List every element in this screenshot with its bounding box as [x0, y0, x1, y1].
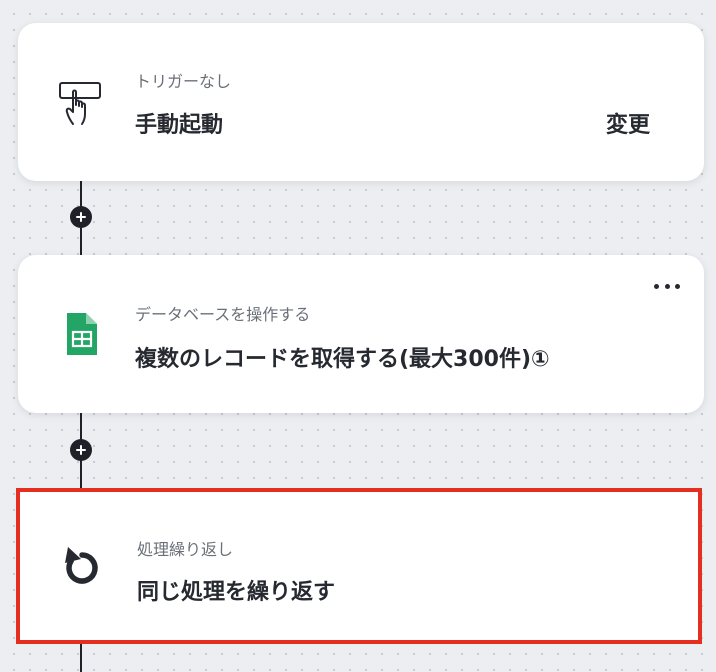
hand-pointer-icon	[56, 78, 104, 126]
loop-arrow-icon	[58, 542, 106, 590]
more-horizontal-icon[interactable]	[654, 281, 680, 291]
flow-step-trigger[interactable]: トリガーなし 手動起動 変更	[18, 23, 704, 181]
step-caption: 処理繰り返し	[137, 540, 234, 559]
step-caption: トリガーなし	[135, 72, 232, 91]
flow-step-loop[interactable]: 処理繰り返し 同じ処理を繰り返す	[16, 488, 702, 644]
flow-connector-line	[80, 644, 82, 672]
step-title: 同じ処理を繰り返す	[137, 580, 336, 605]
google-sheets-icon	[56, 310, 104, 358]
step-caption: データベースを操作する	[135, 305, 311, 324]
add-step-button[interactable]	[70, 206, 92, 228]
add-step-button[interactable]	[70, 439, 92, 461]
change-button[interactable]: 変更	[606, 107, 650, 139]
step-title: 複数のレコードを取得する(最大300件)①	[135, 347, 550, 372]
step-title: 手動起動	[135, 113, 224, 138]
flow-step-database[interactable]: データベースを操作する 複数のレコードを取得する(最大300件)①	[18, 255, 704, 413]
